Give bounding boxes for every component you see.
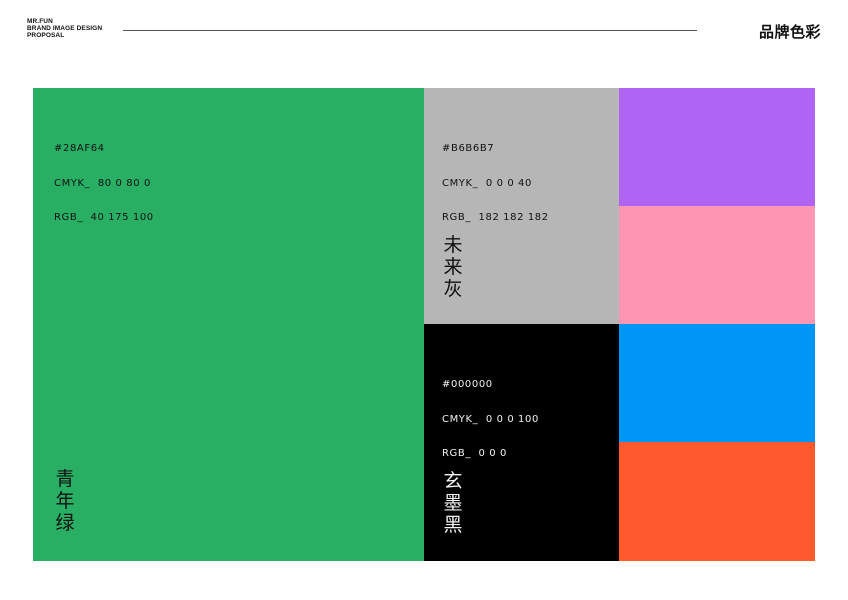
swatch-green: #28AF64 CMYK_ 80 0 80 0 RGB_ 40 175 100 …: [33, 88, 424, 561]
color-name-char: 黑: [443, 514, 463, 536]
hex-code: #28AF64: [54, 143, 105, 154]
hex-code: #000000: [442, 379, 493, 390]
cmyk-code: CMYK_ 80 0 80 0: [54, 177, 151, 189]
brand-block: MR.FUN BRAND IMAGE DESIGN PROPOSAL: [27, 18, 102, 40]
swatch-orange: [619, 442, 815, 561]
rgb-code: RGB_ 40 175 100: [54, 212, 154, 223]
swatch-purple: [619, 88, 815, 206]
swatch-codes: #B6B6B7 CMYK_ 0 0 0 40 RGB_ 182 182 182: [442, 120, 549, 247]
color-name-char: 玄: [443, 470, 463, 492]
brand-line: MR.FUN: [27, 18, 53, 25]
swatch-codes: #28AF64 CMYK_ 80 0 80 0 RGB_ 40 175 100: [54, 120, 154, 247]
swatch-blue: [619, 324, 815, 442]
cmyk-code: CMYK_ 0 0 0 40: [442, 177, 532, 189]
hex-code: #B6B6B7: [442, 143, 495, 154]
swatch-codes: #000000 CMYK_ 0 0 0 100 RGB_ 0 0 0: [442, 356, 539, 483]
color-name-char: 青: [55, 468, 75, 490]
color-name: 玄 墨 黑: [441, 470, 465, 536]
color-name-char: 年: [55, 490, 75, 512]
color-name-char: 墨: [443, 492, 463, 514]
color-name-char: 灰: [443, 278, 463, 300]
color-name-char: 绿: [55, 512, 75, 534]
color-name-char: 来: [443, 256, 463, 278]
swatch-pink: [619, 206, 815, 324]
color-name-char: 未: [443, 234, 463, 256]
brand-line: PROPOSAL: [27, 32, 65, 40]
color-name: 未 来 灰: [441, 234, 465, 300]
rgb-code: RGB_ 0 0 0: [442, 448, 507, 459]
swatch-gray: #B6B6B7 CMYK_ 0 0 0 40 RGB_ 182 182 182 …: [424, 88, 619, 324]
section-title: 品牌色彩: [758, 23, 821, 41]
cmyk-code: CMYK_ 0 0 0 100: [442, 413, 539, 425]
brand-line: BRAND IMAGE DESIGN: [27, 25, 103, 33]
rgb-code: RGB_ 182 182 182: [442, 212, 549, 223]
header-divider: [123, 30, 697, 31]
swatch-black: #000000 CMYK_ 0 0 0 100 RGB_ 0 0 0 玄 墨 黑: [424, 324, 619, 561]
color-name: 青 年 绿: [53, 468, 77, 534]
